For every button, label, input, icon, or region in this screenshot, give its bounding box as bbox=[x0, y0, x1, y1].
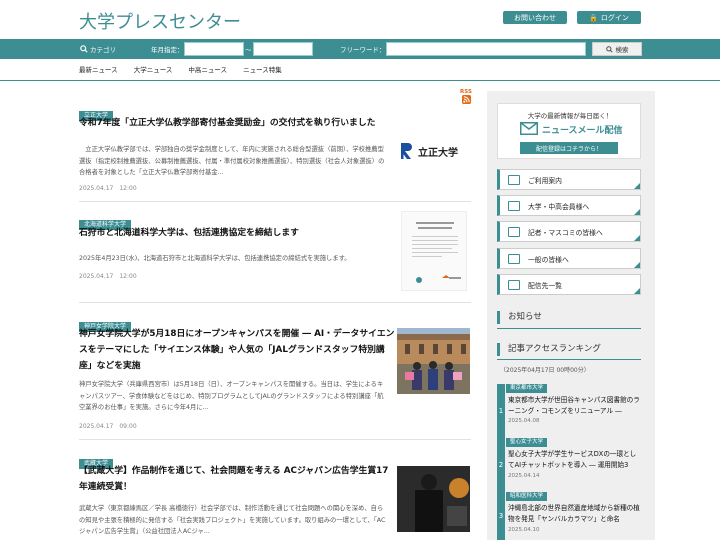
main-nav: 最新ニュース 大学ニュース 中高ニュース ニュース特集 bbox=[79, 60, 298, 80]
nav-item-highschool[interactable]: 中高ニュース bbox=[188, 60, 227, 80]
sidebar-item-label: 記者・マスコミの皆様へ bbox=[528, 228, 603, 237]
search-bar: カテゴリ 年月指定： ～ フリーワード： 検索 bbox=[0, 39, 720, 59]
ranking-item[interactable]: 1 東京都市大学 東京都市大学が世田谷キャンパス図書館のラーニング・コモンズをリ… bbox=[497, 384, 641, 438]
ranking-title[interactable]: 聖心女子大学が学生サービスDXの一環としてAIチャットボットを導入 ― 運用開始… bbox=[508, 449, 640, 471]
article-excerpt: 武蔵大学（東京都練馬区／学長 高橋徳行）社会学部では、制作活動を通じて社会問題へ… bbox=[79, 505, 386, 535]
guide-icon bbox=[508, 174, 520, 185]
newsletter-signup-button[interactable]: 配信登録はコチラから！ bbox=[520, 142, 618, 154]
login-button[interactable]: 🔒 ログイン bbox=[577, 11, 641, 24]
keyword-input[interactable] bbox=[386, 42, 586, 56]
ranking-item-date: 2025.04.10 bbox=[508, 527, 540, 533]
notice-heading: お知らせ bbox=[497, 311, 641, 324]
article-item[interactable]: 神戸女学院大学 神戸女学院大学が5月18日にオープンキャンパスを開催 ― AI・… bbox=[79, 313, 471, 433]
article-date: 2025.04.17 12:00 bbox=[79, 273, 137, 280]
article-item[interactable]: 立正大学 令和7年度「立正大学仏教学部寄付基金奨励金」の交付式を執り行いました … bbox=[79, 102, 471, 202]
contact-label: お問い合わせ bbox=[514, 13, 556, 22]
corner-arrow-icon bbox=[634, 209, 640, 215]
article-thumbnail[interactable]: 立正大学 bbox=[399, 138, 469, 164]
article-title[interactable]: 石狩市と北海道科学大学は、包括連携協定を締結します bbox=[79, 225, 399, 241]
members-icon bbox=[508, 200, 520, 211]
article-thumbnail[interactable] bbox=[401, 211, 467, 291]
ranking-title[interactable]: 東京都市大学が世田谷キャンパス図書館のラーニング・コモンズをリニューアル ― bbox=[508, 395, 640, 417]
article-divider bbox=[79, 201, 471, 202]
sidebar-item-distribution[interactable]: 配信先一覧 bbox=[497, 274, 641, 295]
mail-icon bbox=[520, 122, 538, 135]
search-button-label: 検索 bbox=[615, 46, 629, 54]
ranking-title[interactable]: 沖縄島北部の世界自然遺産地域から新種の植物を発見「ヤンバルカラマツ」と命名 bbox=[508, 503, 640, 525]
ranking-number: 3 bbox=[497, 492, 505, 540]
nav-divider bbox=[0, 80, 720, 81]
camera-icon bbox=[508, 226, 520, 237]
date-from-input[interactable] bbox=[184, 42, 244, 56]
contact-button[interactable]: お問い合わせ bbox=[503, 11, 567, 24]
article-thumbnail[interactable] bbox=[397, 466, 470, 532]
site-logo[interactable]: 大学プレスセンター bbox=[79, 8, 241, 34]
sidebar-item-press[interactable]: 記者・マスコミの皆様へ bbox=[497, 221, 641, 242]
article-divider bbox=[79, 439, 471, 440]
ranking-number: 2 bbox=[497, 438, 505, 492]
ranking-item[interactable]: 3 昭和医科大学 沖縄島北部の世界自然遺産地域から新種の植物を発見「ヤンバルカラ… bbox=[497, 492, 641, 540]
ranking-tag[interactable]: 昭和医科大学 bbox=[506, 492, 548, 501]
nav-item-university[interactable]: 大学ニュース bbox=[134, 60, 173, 80]
sidebar-item-general[interactable]: 一般の皆様へ bbox=[497, 248, 641, 269]
article-item[interactable]: 北海道科学大学 石狩市と北海道科学大学は、包括連携協定を締結します 2025年4… bbox=[79, 211, 471, 301]
article-item[interactable]: 武蔵大学 【武蔵大学】作品制作を通じて、社会問題を考える ACジャパン広告学生賞… bbox=[79, 450, 471, 540]
article-excerpt: 立正大学仏教学部では、学部独自の奨学金制度として、年内に実施される総合型選抜（前… bbox=[79, 146, 385, 176]
date-label: 年月指定： bbox=[151, 46, 184, 54]
ranking-tag[interactable]: 聖心女子大学 bbox=[506, 438, 548, 447]
ranking-heading: 記事アクセスランキング bbox=[497, 343, 641, 356]
category-label: カテゴリ bbox=[90, 46, 116, 54]
sidebar-item-label: 一般の皆様へ bbox=[528, 255, 569, 264]
ranking-item-date: 2025.04.08 bbox=[508, 418, 540, 424]
article-date: 2025.04.17 12:00 bbox=[79, 185, 137, 192]
article-date: 2025.04.17 09:00 bbox=[79, 423, 137, 430]
login-label: ログイン bbox=[600, 13, 629, 22]
article-thumbnail[interactable] bbox=[397, 328, 470, 394]
newsletter-box: 大学の最新情報が毎日届く！ ニュースメール配信 配信登録はコチラから！ bbox=[497, 103, 641, 159]
group-icon bbox=[508, 279, 520, 290]
sidebar-item-members[interactable]: 大学・中高会員様へ bbox=[497, 195, 641, 216]
ranking-tag[interactable]: 東京都市大学 bbox=[506, 384, 548, 393]
sidebar-item-label: 大学・中高会員様へ bbox=[528, 202, 590, 211]
corner-arrow-icon bbox=[634, 288, 640, 294]
corner-arrow-icon bbox=[634, 235, 640, 241]
nav-item-latest[interactable]: 最新ニュース bbox=[79, 60, 118, 80]
person-icon bbox=[508, 253, 520, 264]
campus-photo-icon bbox=[397, 328, 470, 394]
newsletter-heading: 大学の最新情報が毎日届く！ bbox=[527, 112, 613, 120]
ranking-heading-line bbox=[497, 359, 641, 360]
sidebar-item-label: ご利用案内 bbox=[528, 176, 562, 185]
ranking-number: 1 bbox=[497, 384, 505, 438]
thumb-logo-text: 立正大学 bbox=[418, 148, 458, 159]
search-icon bbox=[605, 45, 613, 53]
notice-heading-line bbox=[497, 328, 641, 329]
article-divider bbox=[79, 302, 471, 303]
category-selector[interactable]: カテゴリ bbox=[80, 39, 116, 59]
date-to-input[interactable] bbox=[253, 42, 313, 56]
article-excerpt: 神戸女学院大学（兵庫県西宮市）は5月18日（日）、オープンキャンパスを開催する。… bbox=[79, 381, 384, 411]
newsletter-signup-label: 配信登録はコチラから！ bbox=[535, 145, 602, 153]
article-title[interactable]: 令和7年度「立正大学仏教学部寄付基金奨励金」の交付式を執り行いました bbox=[79, 115, 399, 131]
article-title[interactable]: 神戸女学院大学が5月18日にオープンキャンパスを開催 ― AI・データサイエンス… bbox=[79, 326, 395, 374]
lock-icon: 🔒 bbox=[589, 13, 598, 22]
nav-item-features[interactable]: ニュース特集 bbox=[243, 60, 282, 80]
corner-arrow-icon bbox=[634, 183, 640, 189]
document-icon bbox=[412, 222, 461, 283]
keyword-label: フリーワード： bbox=[340, 46, 386, 54]
ranking-item[interactable]: 2 聖心女子大学 聖心女子大学が学生サービスDXの一環としてAIチャットボットを… bbox=[497, 438, 641, 492]
ranking-item-date: 2025.04.14 bbox=[508, 473, 540, 479]
student-photo-icon bbox=[397, 466, 470, 532]
date-separator: ～ bbox=[245, 46, 252, 54]
search-icon bbox=[80, 45, 88, 53]
sidebar-item-guide[interactable]: ご利用案内 bbox=[497, 169, 641, 190]
article-title[interactable]: 【武蔵大学】作品制作を通じて、社会問題を考える ACジャパン広告学生賞17年連続… bbox=[79, 463, 395, 495]
corner-arrow-icon bbox=[634, 262, 640, 268]
search-button[interactable]: 検索 bbox=[592, 42, 642, 56]
ranking-date: （2025年04月17日 00時00分） bbox=[500, 367, 590, 374]
article-excerpt: 2025年4月23日(水)、北海道石狩市と北海道科学大学は、包括連携協定の締結式… bbox=[79, 255, 351, 262]
newsletter-title: ニュースメール配信 bbox=[542, 126, 623, 136]
sidebar-item-label: 配信先一覧 bbox=[528, 281, 562, 290]
